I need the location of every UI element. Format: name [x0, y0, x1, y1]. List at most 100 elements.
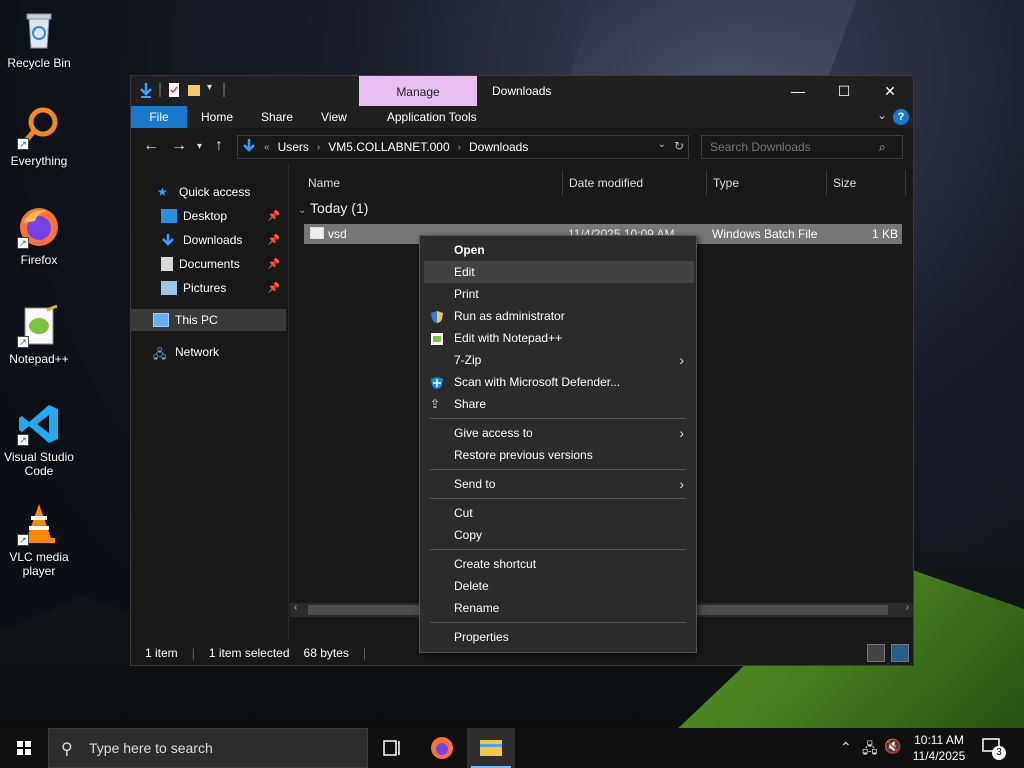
notification-count-badge: 3	[992, 746, 1006, 760]
nav-desktop[interactable]: Desktop 📌	[131, 205, 286, 227]
menu-send-to[interactable]: Send to ›	[424, 473, 694, 495]
taskbar-firefox-button[interactable]	[418, 728, 466, 768]
address-bar[interactable]: « Users › VM5.COLLABNET.000 › Downloads …	[237, 135, 689, 159]
collapse-ribbon-icon[interactable]: ⌄	[877, 108, 887, 122]
menu-7zip[interactable]: 7-Zip ›	[424, 349, 694, 371]
desktop-icon-recycle-bin[interactable]: Recycle Bin	[4, 8, 74, 70]
column-divider[interactable]	[826, 170, 827, 196]
desktop-icon-label: Notepad++	[9, 352, 69, 366]
ribbon-tabs: File Home Share View Application Tools ⌄…	[131, 106, 913, 128]
tab-home[interactable]: Home	[187, 106, 247, 128]
taskbar-clock[interactable]: 10:11 AM 11/4/2025	[906, 732, 972, 764]
minimize-button[interactable]: —	[775, 76, 821, 106]
taskbar: ⚲ Type here to search ⌃ 🖧 🔇 10:11 AM 11/…	[0, 728, 1024, 768]
menu-properties[interactable]: Properties	[424, 626, 694, 648]
network-status-icon[interactable]: 🖧	[862, 738, 878, 762]
volume-muted-icon[interactable]: 🔇	[884, 738, 901, 755]
nav-label: Documents	[179, 257, 240, 271]
notification-center-button[interactable]: 3	[980, 736, 1006, 760]
chevron-down-icon[interactable]: ⌄	[658, 139, 666, 150]
details-view-button[interactable]	[867, 644, 885, 662]
properties-icon[interactable]	[167, 82, 181, 98]
tab-share[interactable]: Share	[247, 106, 307, 128]
desktop-icon	[161, 209, 177, 223]
column-header-name[interactable]: Name	[308, 176, 340, 190]
menu-rename[interactable]: Rename	[424, 597, 694, 619]
download-arrow-icon[interactable]	[139, 82, 153, 98]
task-view-button[interactable]	[368, 728, 416, 768]
desktop-icon-notepadpp[interactable]: ↗ Notepad++	[4, 304, 74, 366]
column-header-size[interactable]: Size	[833, 176, 856, 190]
up-button[interactable]: ↑	[215, 137, 223, 155]
menu-open[interactable]: Open	[424, 239, 694, 261]
defender-shield-icon	[430, 375, 446, 389]
group-header[interactable]: ⌄ Today (1)	[298, 200, 368, 216]
breadcrumb-overflow-icon[interactable]: «	[264, 142, 270, 153]
menu-restore-versions[interactable]: Restore previous versions	[424, 444, 694, 466]
nav-pictures[interactable]: Pictures 📌	[131, 277, 286, 299]
menu-create-shortcut[interactable]: Create shortcut	[424, 553, 694, 575]
desktop-icon-firefox[interactable]: ↗ Firefox	[4, 205, 74, 267]
scroll-right-icon[interactable]: ›	[906, 602, 909, 613]
shortcut-arrow-icon: ↗	[17, 237, 29, 249]
menu-edit[interactable]: Edit	[424, 261, 694, 283]
customize-qat-icon[interactable]: ▾	[207, 82, 217, 98]
help-icon[interactable]: ?	[893, 109, 909, 125]
manage-contextual-tab[interactable]: Manage	[359, 76, 477, 106]
shield-uac-icon	[430, 309, 446, 323]
nav-downloads[interactable]: Downloads 📌	[131, 229, 286, 251]
share-icon: ⇪	[430, 397, 441, 411]
scroll-left-icon[interactable]: ‹	[294, 602, 297, 613]
notepadpp-icon: ↗	[17, 304, 61, 348]
breadcrumb-downloads[interactable]: Downloads	[469, 140, 528, 154]
clock-time: 10:11 AM	[914, 733, 964, 747]
taskbar-search-box[interactable]: ⚲ Type here to search	[48, 728, 368, 768]
column-header-date[interactable]: Date modified	[569, 176, 643, 190]
nav-quick-access[interactable]: ★ Quick access	[131, 181, 286, 203]
start-button[interactable]	[0, 728, 48, 768]
desktop-icon-vscode[interactable]: ↗ Visual Studio Code	[4, 402, 74, 478]
recent-locations-icon[interactable]: ▾	[197, 141, 202, 152]
status-divider: |	[362, 646, 367, 660]
menu-print[interactable]: Print	[424, 283, 694, 305]
back-button[interactable]: ←	[143, 137, 159, 155]
chevron-right-icon[interactable]: ›	[458, 142, 461, 153]
chevron-right-icon[interactable]: ›	[317, 142, 320, 153]
desktop-icon-vlc[interactable]: ↗ VLC media player	[4, 502, 74, 578]
nav-this-pc[interactable]: This PC	[131, 309, 286, 331]
forward-button[interactable]: →	[171, 137, 187, 155]
menu-share[interactable]: ⇪ Share	[424, 393, 694, 415]
recycle-bin-icon	[17, 8, 61, 52]
menu-run-as-admin[interactable]: Run as administrator	[424, 305, 694, 327]
menu-edit-notepadpp[interactable]: Edit with Notepad++	[424, 327, 694, 349]
breadcrumb-users[interactable]: Users	[278, 140, 309, 154]
menu-scan-defender[interactable]: Scan with Microsoft Defender...	[424, 371, 694, 393]
menu-copy[interactable]: Copy	[424, 524, 694, 546]
tab-application-tools[interactable]: Application Tools	[373, 106, 491, 128]
show-hidden-icons-chevron-icon[interactable]: ⌃	[840, 739, 852, 756]
column-header-type[interactable]: Type	[713, 176, 739, 190]
taskbar-search-placeholder: Type here to search	[89, 740, 213, 756]
tab-file[interactable]: File	[131, 106, 187, 128]
breadcrumb-user-folder[interactable]: VM5.COLLABNET.000	[328, 140, 449, 154]
column-divider[interactable]	[706, 170, 707, 196]
new-folder-icon[interactable]	[187, 82, 201, 98]
column-divider[interactable]	[905, 170, 906, 196]
tab-view[interactable]: View	[307, 106, 361, 128]
search-input[interactable]	[701, 135, 903, 159]
large-icons-view-button[interactable]	[891, 644, 909, 662]
desktop-icon-everything[interactable]: ↗ Everything	[4, 106, 74, 168]
chevron-right-icon: ›	[679, 425, 684, 441]
nav-documents[interactable]: Documents 📌	[131, 253, 286, 275]
column-divider[interactable]	[562, 170, 563, 196]
maximize-button[interactable]: ☐	[821, 76, 867, 106]
close-button[interactable]: ✕	[867, 76, 913, 106]
nav-network[interactable]: 🖧 Network	[131, 341, 286, 363]
notepadpp-icon	[430, 331, 446, 345]
picture-icon	[161, 281, 177, 295]
refresh-icon[interactable]: ↻	[674, 139, 684, 153]
menu-give-access[interactable]: Give access to ›	[424, 422, 694, 444]
menu-delete[interactable]: Delete	[424, 575, 694, 597]
taskbar-explorer-button[interactable]	[467, 728, 515, 768]
menu-cut[interactable]: Cut	[424, 502, 694, 524]
